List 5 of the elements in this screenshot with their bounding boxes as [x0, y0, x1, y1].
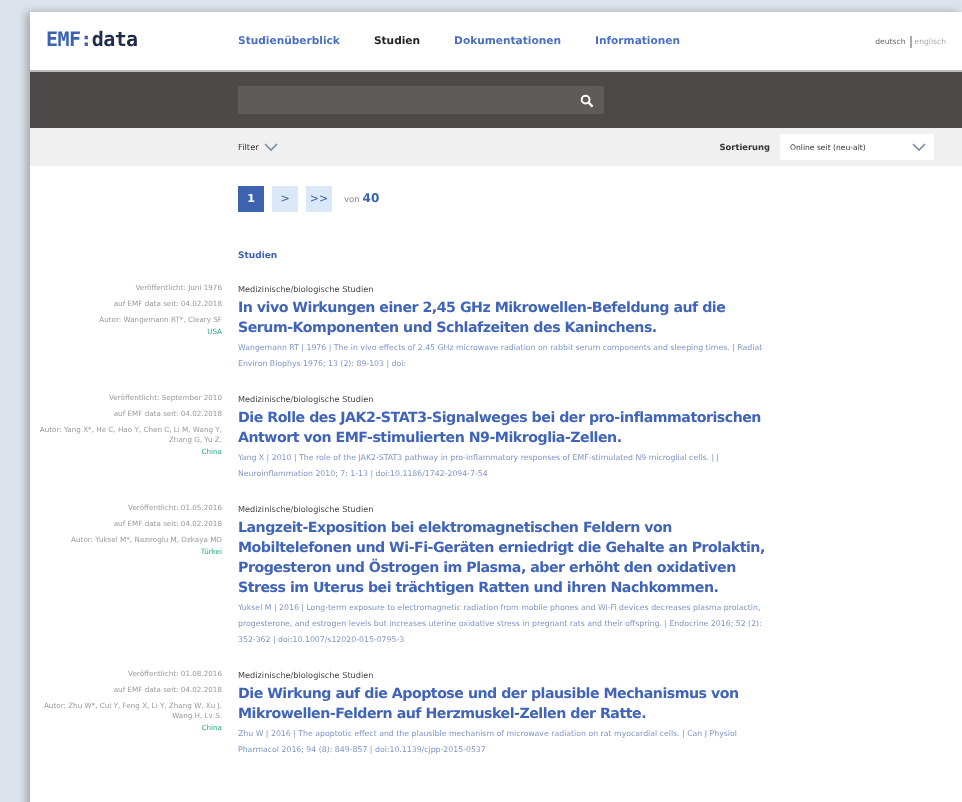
chevron-down-icon: [912, 142, 926, 152]
search-icon[interactable]: [580, 93, 594, 107]
chevron-down-icon: [264, 142, 279, 152]
logo[interactable]: EMF:data: [46, 30, 238, 52]
search-field[interactable]: [238, 86, 604, 114]
